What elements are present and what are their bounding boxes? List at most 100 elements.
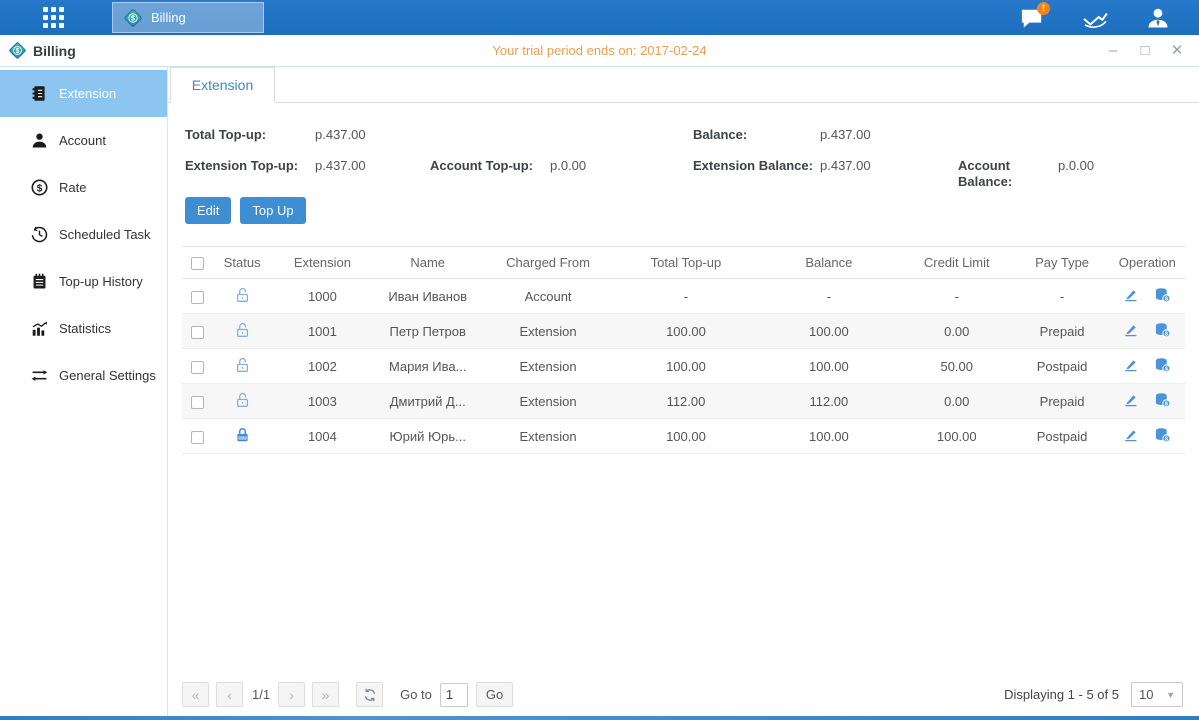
cell-balance: 100.00: [759, 349, 899, 384]
user-account-button[interactable]: [1145, 5, 1171, 31]
cell-balance: -: [759, 279, 899, 314]
cell-balance: 100.00: [759, 419, 899, 454]
messages-button[interactable]: !: [1019, 5, 1045, 31]
row-checkbox[interactable]: [191, 326, 204, 339]
edit-row-icon[interactable]: [1123, 322, 1139, 338]
cell-total-topup: 100.00: [613, 419, 758, 454]
taskbar-tab-billing[interactable]: $ Billing: [112, 2, 264, 33]
chevron-down-icon: ▼: [1166, 690, 1175, 700]
cell-extension: 1001: [272, 314, 372, 349]
total-topup-value: p.437.00: [315, 127, 430, 158]
next-page-button[interactable]: ›: [278, 682, 305, 707]
top-up-row-icon[interactable]: $: [1154, 427, 1171, 443]
cell-charged-from: Extension: [483, 419, 613, 454]
top-up-row-icon[interactable]: $: [1154, 357, 1171, 373]
cell-pay-type: Prepaid: [1014, 384, 1109, 419]
status-unlocked-icon: [234, 391, 251, 408]
cell-charged-from: Extension: [483, 314, 613, 349]
table-row: 1004 Юрий Юрь... Extension 100.00 100.00…: [182, 419, 1185, 454]
cell-name: Юрий Юрь...: [373, 419, 483, 454]
notebook-icon: [31, 273, 48, 290]
page-size-select[interactable]: 10 ▼: [1131, 682, 1183, 707]
minimize-button[interactable]: –: [1105, 43, 1121, 59]
history-clock-icon: [31, 226, 48, 243]
cell-pay-type: Postpaid: [1014, 349, 1109, 384]
sidebar-item-scheduled-task[interactable]: Scheduled Task: [0, 211, 167, 258]
top-up-row-icon[interactable]: $: [1154, 287, 1171, 303]
cell-credit-limit: -: [899, 279, 1014, 314]
cell-charged-from: Extension: [483, 349, 613, 384]
cell-credit-limit: 0.00: [899, 384, 1014, 419]
sidebar-item-extension[interactable]: Extension: [0, 70, 167, 117]
pagination-bar: « ‹ 1/1 › » Go to Go Displaying 1 - 5 of…: [168, 682, 1199, 716]
cell-charged-from: Extension: [483, 384, 613, 419]
sidebar-item-topup-history[interactable]: Top-up History: [0, 258, 167, 305]
close-button[interactable]: ✕: [1169, 43, 1185, 59]
extension-table: StatusExtensionNameCharged FromTotal Top…: [182, 246, 1185, 454]
first-page-button[interactable]: «: [182, 682, 209, 707]
row-checkbox[interactable]: [191, 361, 204, 374]
top-navbar: $ Billing !: [0, 0, 1199, 35]
top-up-row-icon[interactable]: $: [1154, 322, 1171, 338]
edit-row-icon[interactable]: [1123, 392, 1139, 408]
maximize-button[interactable]: □: [1137, 43, 1153, 59]
top-up-button[interactable]: Top Up: [240, 197, 305, 224]
sidebar-item-label: General Settings: [59, 368, 156, 383]
cell-charged-from: Account: [483, 279, 613, 314]
tab-extension[interactable]: Extension: [170, 67, 275, 103]
sidebar-item-rate[interactable]: $ Rate: [0, 164, 167, 211]
row-checkbox[interactable]: [191, 396, 204, 409]
sidebar-item-label: Account: [59, 133, 106, 148]
app-launcher-button[interactable]: [18, 0, 88, 35]
cell-name: Иван Иванов: [373, 279, 483, 314]
column-header: Status: [212, 247, 272, 279]
go-button[interactable]: Go: [476, 682, 513, 707]
edit-row-icon[interactable]: [1123, 427, 1139, 443]
row-checkbox[interactable]: [191, 291, 204, 304]
sidebar: Extension Account $ Rate Scheduled Task: [0, 67, 168, 716]
app-grid-icon: [43, 7, 64, 28]
cell-pay-type: Prepaid: [1014, 314, 1109, 349]
table-header-row: StatusExtensionNameCharged FromTotal Top…: [182, 247, 1185, 279]
sidebar-item-statistics[interactable]: Statistics: [0, 305, 167, 352]
sidebar-item-label: Extension: [59, 86, 116, 101]
line-chart-icon: [1082, 7, 1108, 29]
column-header: Balance: [759, 247, 899, 279]
select-all-checkbox[interactable]: [191, 257, 204, 270]
goto-page-input[interactable]: [440, 683, 468, 707]
sidebar-item-account[interactable]: Account: [0, 117, 167, 164]
account-balance-label: Account Balance:: [958, 158, 1058, 189]
edit-button[interactable]: Edit: [185, 197, 231, 224]
row-checkbox[interactable]: [191, 431, 204, 444]
resource-monitor-button[interactable]: [1082, 5, 1108, 31]
edit-row-icon[interactable]: [1123, 357, 1139, 373]
cell-balance: 112.00: [759, 384, 899, 419]
window-controls: – □ ✕: [1105, 43, 1185, 59]
svg-text:$: $: [37, 183, 43, 194]
sidebar-item-general-settings[interactable]: General Settings: [0, 352, 167, 399]
top-up-row-icon[interactable]: $: [1154, 392, 1171, 408]
column-header: Total Top-up: [613, 247, 758, 279]
prev-page-button[interactable]: ‹: [216, 682, 243, 707]
edit-row-icon[interactable]: [1123, 287, 1139, 303]
billing-diamond-icon: $: [8, 41, 27, 60]
header-checkbox-cell: [182, 247, 212, 279]
sidebar-item-label: Scheduled Task: [59, 227, 151, 242]
column-header: Operation: [1110, 247, 1185, 279]
status-unlocked-icon: [234, 321, 251, 338]
balance-summary: Total Top-up: p.437.00 Balance: p.437.00…: [168, 103, 1199, 189]
window-titlebar: $ Billing Your trial period ends on: 201…: [0, 35, 1199, 67]
refresh-button[interactable]: [356, 682, 383, 707]
last-page-button[interactable]: »: [312, 682, 339, 707]
status-unlocked-icon: [234, 356, 251, 373]
sidebar-item-label: Statistics: [59, 321, 111, 336]
notification-badge: !: [1037, 2, 1050, 15]
extension-balance-value: p.437.00: [820, 158, 958, 189]
cell-name: Мария Ива...: [373, 349, 483, 384]
account-topup-label: Account Top-up:: [430, 158, 550, 189]
cell-extension: 1003: [272, 384, 372, 419]
extension-balance-label: Extension Balance:: [693, 158, 820, 189]
cell-total-topup: 100.00: [613, 314, 758, 349]
cell-credit-limit: 50.00: [899, 349, 1014, 384]
cell-credit-limit: 0.00: [899, 314, 1014, 349]
